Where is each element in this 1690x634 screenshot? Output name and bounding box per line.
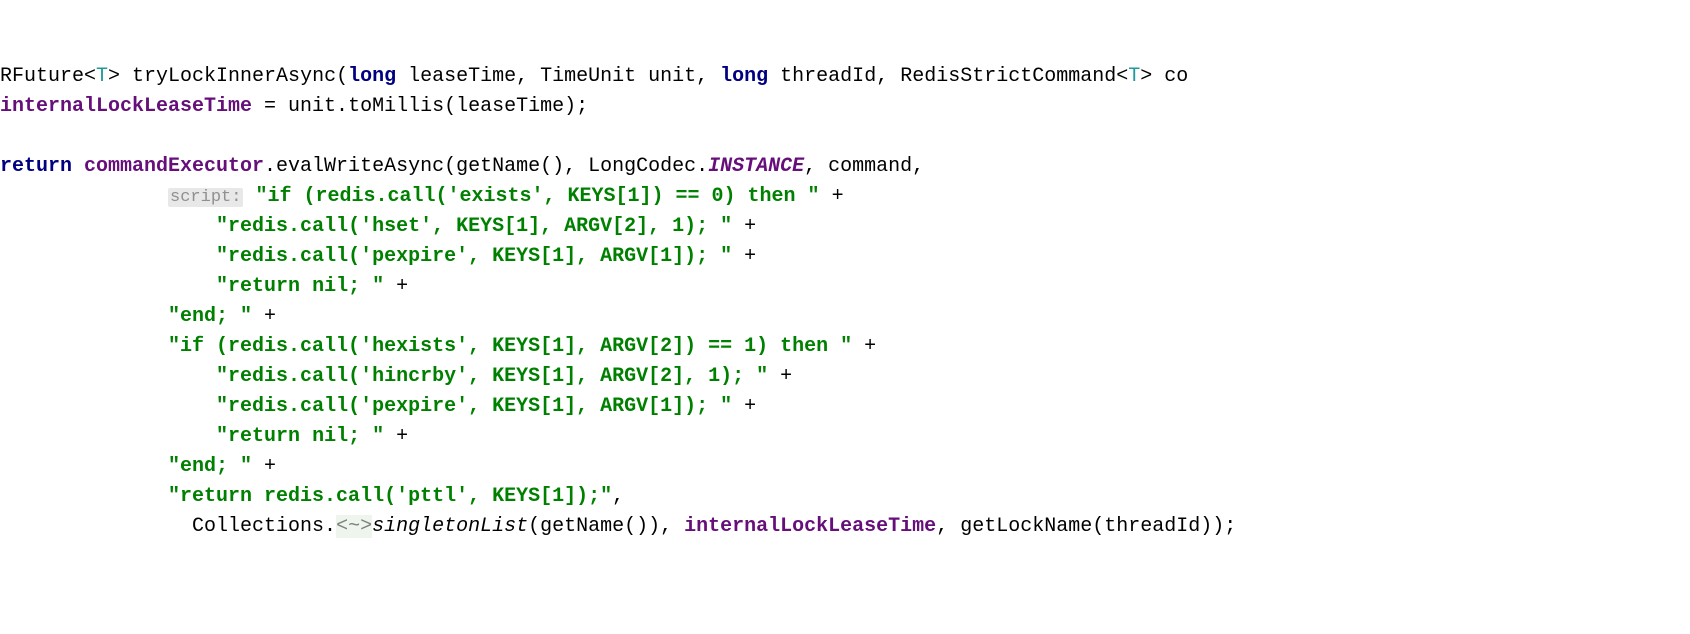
code-text: > tryLockInnerAsync( [108, 65, 348, 88]
code-line [0, 122, 1690, 152]
code-text: + [384, 275, 408, 298]
code-text: + [768, 365, 792, 388]
string-literal: "redis.call('pexpire', KEYS[1], ARGV[1])… [216, 395, 732, 418]
code-line: Collections.<~>singletonList(getName()),… [0, 512, 1690, 542]
code-line: "redis.call('pexpire', KEYS[1], ARGV[1])… [0, 242, 1690, 272]
string-literal: "redis.call('hincrby', KEYS[1], ARGV[2],… [216, 365, 768, 388]
code-text: , command, [804, 155, 924, 178]
string-literal: "return redis.call('pttl', KEYS[1]);" [168, 485, 612, 508]
code-text: + [252, 305, 276, 328]
keyword: return [0, 155, 84, 178]
code-line: "if (redis.call('hexists', KEYS[1], ARGV… [0, 332, 1690, 362]
code-text: > co [1140, 65, 1188, 88]
code-text: + [732, 245, 756, 268]
code-text: + [384, 425, 408, 448]
generic-hint: <~> [336, 515, 372, 538]
code-line: "redis.call('pexpire', KEYS[1], ARGV[1])… [0, 392, 1690, 422]
code-text: + [852, 335, 876, 358]
string-literal: "if (redis.call('hexists', KEYS[1], ARGV… [168, 335, 852, 358]
field-ref: internalLockLeaseTime [684, 515, 936, 538]
code-text: + [252, 455, 276, 478]
keyword: long [720, 65, 768, 88]
code-text: , getLockName(threadId)); [936, 515, 1236, 538]
field-ref: commandExecutor [84, 155, 264, 178]
code-text: + [732, 215, 756, 238]
string-literal: "redis.call('hset', KEYS[1], ARGV[2], 1)… [216, 215, 732, 238]
static-method: singletonList [372, 515, 528, 538]
string-literal: "return nil; " [216, 275, 384, 298]
field-ref: internalLockLeaseTime [0, 95, 252, 118]
keyword: long [348, 65, 396, 88]
generic-type: T [96, 65, 108, 88]
generic-type: T [1128, 65, 1140, 88]
code-text: Collections. [192, 515, 336, 538]
code-text: + [820, 185, 844, 208]
code-text: RFuture< [0, 65, 96, 88]
code-line: script: "if (redis.call('exists', KEYS[1… [0, 182, 1690, 212]
string-literal: "end; " [168, 455, 252, 478]
code-line: return commandExecutor.evalWriteAsync(ge… [0, 152, 1690, 182]
code-line: "end; " + [0, 302, 1690, 332]
code-text: , [612, 485, 624, 508]
code-text: .evalWriteAsync(getName(), LongCodec. [264, 155, 708, 178]
code-editor[interactable]: RFuture<T> tryLockInnerAsync(long leaseT… [0, 62, 1690, 542]
code-line: "return redis.call('pttl', KEYS[1]);", [0, 482, 1690, 512]
string-literal: "if (redis.call('exists', KEYS[1]) == 0)… [255, 185, 819, 208]
param-hint: script: [168, 188, 243, 207]
code-text: + [732, 395, 756, 418]
code-line: "return nil; " + [0, 272, 1690, 302]
code-line: internalLockLeaseTime = unit.toMillis(le… [0, 92, 1690, 122]
static-field: INSTANCE [708, 155, 804, 178]
code-line: "end; " + [0, 452, 1690, 482]
string-literal: "redis.call('pexpire', KEYS[1], ARGV[1])… [216, 245, 732, 268]
string-literal: "return nil; " [216, 425, 384, 448]
code-text: threadId, RedisStrictCommand< [768, 65, 1128, 88]
code-text: (getName()), [528, 515, 684, 538]
code-text: leaseTime, TimeUnit unit, [396, 65, 720, 88]
code-line: RFuture<T> tryLockInnerAsync(long leaseT… [0, 62, 1690, 92]
code-line: "redis.call('hset', KEYS[1], ARGV[2], 1)… [0, 212, 1690, 242]
code-text: = unit.toMillis(leaseTime); [252, 95, 588, 118]
code-line: "return nil; " + [0, 422, 1690, 452]
code-line: "redis.call('hincrby', KEYS[1], ARGV[2],… [0, 362, 1690, 392]
string-literal: "end; " [168, 305, 252, 328]
